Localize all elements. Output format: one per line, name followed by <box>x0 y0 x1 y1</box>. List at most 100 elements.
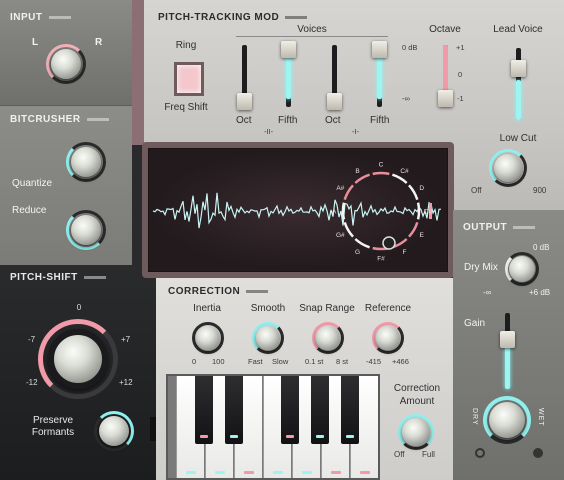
dry-wet-knob[interactable] <box>489 402 525 438</box>
ring-label: Ring <box>175 40 197 51</box>
inertia-knob[interactable] <box>196 326 220 350</box>
smooth-min: Fast <box>248 357 263 366</box>
key-led <box>200 435 208 438</box>
octave-label: Octave <box>429 24 461 35</box>
pitch-scale-plus7: +7 <box>121 335 131 344</box>
tuner-note-segment <box>354 173 371 184</box>
low-cut-min: Off <box>471 186 482 195</box>
preserve-formants-knob[interactable] <box>99 416 129 446</box>
gain-label: Gain <box>464 318 486 329</box>
piano-black-key[interactable] <box>281 376 299 444</box>
tuner-wheel: C C# D D# E F F# G G# A A# B <box>332 162 433 263</box>
key-led <box>243 471 254 474</box>
piano-black-key[interactable] <box>225 376 243 444</box>
pitch-scale-0: 0 <box>76 303 82 312</box>
key-led <box>185 471 196 474</box>
voice-slider-thumb[interactable] <box>372 41 387 58</box>
gain-fill <box>505 340 510 389</box>
group-label-2: -II- <box>264 127 274 136</box>
tuner-note-segment <box>372 171 390 176</box>
octave-slider-thumb[interactable] <box>438 90 453 107</box>
smooth-knob[interactable] <box>256 326 280 350</box>
snap-range-label: Snap Range <box>299 303 355 314</box>
amount-max: Full <box>422 450 435 459</box>
quantize-label: Quantize <box>12 178 53 189</box>
pitch-shift-title: PITCH-SHIFT <box>10 272 106 283</box>
voices-minus-inf: -∞ <box>402 94 410 103</box>
pitch-scale-plus12: +12 <box>119 378 133 387</box>
voice-slider-thumb[interactable] <box>327 93 342 110</box>
pitch-display-screen: C C# D D# E F F# G G# A A# B <box>148 148 448 272</box>
voice-slider-thumb[interactable] <box>281 41 296 58</box>
piano-black-key[interactable] <box>195 376 213 444</box>
reference-knob[interactable] <box>376 326 400 350</box>
output-0db: 0 dB <box>533 243 550 252</box>
snap-min: 0.1 st <box>305 357 324 366</box>
smooth-max: Slow <box>272 357 289 366</box>
pitch-shift-panel: PITCH-SHIFT 0 +7 +12 -12 -7 Preserve For… <box>0 265 156 480</box>
slider-label-fifth-2: Fifth <box>370 115 390 126</box>
lead-voice-fill <box>516 80 521 120</box>
key-led <box>346 435 354 438</box>
tuner-note-label: D <box>419 185 424 192</box>
tuner-note-label: G# <box>336 232 345 239</box>
correction-amount-knob[interactable] <box>402 418 430 446</box>
output-title: OUTPUT <box>463 222 535 233</box>
key-led <box>301 471 312 474</box>
output-screw-right <box>533 448 543 458</box>
wet-label: WET <box>537 408 544 427</box>
freq-shift-label: Freq Shift <box>164 102 208 113</box>
reduce-knob[interactable] <box>71 215 101 245</box>
tuner-note-segment <box>354 238 371 249</box>
low-cut-knob[interactable] <box>494 154 522 182</box>
bitcrusher-title: BITCRUSHER <box>10 114 109 125</box>
slider-label-fifth-1: Fifth <box>278 115 298 126</box>
low-cut-max: 900 <box>533 186 547 195</box>
dry-mix-label: Dry Mix <box>464 262 498 273</box>
output-screw-left <box>475 448 485 458</box>
octave-plus1: +1 <box>456 43 465 52</box>
amount-min: Off <box>394 450 405 459</box>
tuner-note-segment <box>416 202 421 220</box>
correction-panel: CORRECTION Inertia 0 100 Smooth Fast Slo… <box>156 278 453 480</box>
tuner-note-segment <box>391 173 408 184</box>
inertia-max: 100 <box>212 357 225 366</box>
tuner-note-segment <box>343 221 354 238</box>
tuner-note-label: F# <box>377 256 385 263</box>
input-right-label: R <box>95 37 103 48</box>
low-cut-panel: Off 900 <box>453 145 564 210</box>
tuner-note-segment <box>341 202 346 220</box>
output-panel: OUTPUT 0 dB Dry Mix -∞ +6 dB Gain DRY WE… <box>453 210 564 480</box>
tuner-note-label: A <box>332 209 337 216</box>
ring-freq-toggle[interactable] <box>174 62 204 96</box>
input-title: INPUT <box>10 12 71 23</box>
pitch-scale-minus12: -12 <box>26 378 38 387</box>
inertia-min: 0 <box>192 357 197 366</box>
piano-black-key[interactable] <box>341 376 359 444</box>
pitch-tracking-title: PITCH-TRACKING MOD <box>158 12 307 23</box>
key-led <box>359 471 370 474</box>
snap-range-knob[interactable] <box>316 326 340 350</box>
pitch-scale-minus7: -7 <box>28 335 36 344</box>
slider-label-oct-1: Oct <box>236 115 252 126</box>
tuner-note-label: C <box>379 162 384 169</box>
ref-max: +466 <box>392 357 409 366</box>
input-balance-knob[interactable] <box>51 49 81 79</box>
keyboard <box>166 374 380 480</box>
dry-mix-knob[interactable] <box>509 256 535 282</box>
piano-black-key[interactable] <box>311 376 329 444</box>
bitcrusher-panel: BITCRUSHER Quantize Reduce <box>0 105 132 265</box>
group-label-1: -I- <box>352 127 360 136</box>
voice-slider-thumb[interactable] <box>237 93 252 110</box>
pitch-shift-knob[interactable] <box>48 329 108 389</box>
dry-mix-max: +6 dB <box>529 288 551 297</box>
input-panel: INPUT L R <box>0 0 132 105</box>
tuner-note-label: G <box>355 249 360 256</box>
tuner-note-label: A# <box>336 185 344 192</box>
key-led <box>330 471 341 474</box>
lead-voice-slider[interactable] <box>511 60 526 77</box>
dry-label: DRY <box>471 408 478 426</box>
quantize-knob[interactable] <box>71 147 101 177</box>
preserve-formants-label: Preserve Formants <box>31 415 75 438</box>
gain-slider-thumb[interactable] <box>500 330 515 348</box>
